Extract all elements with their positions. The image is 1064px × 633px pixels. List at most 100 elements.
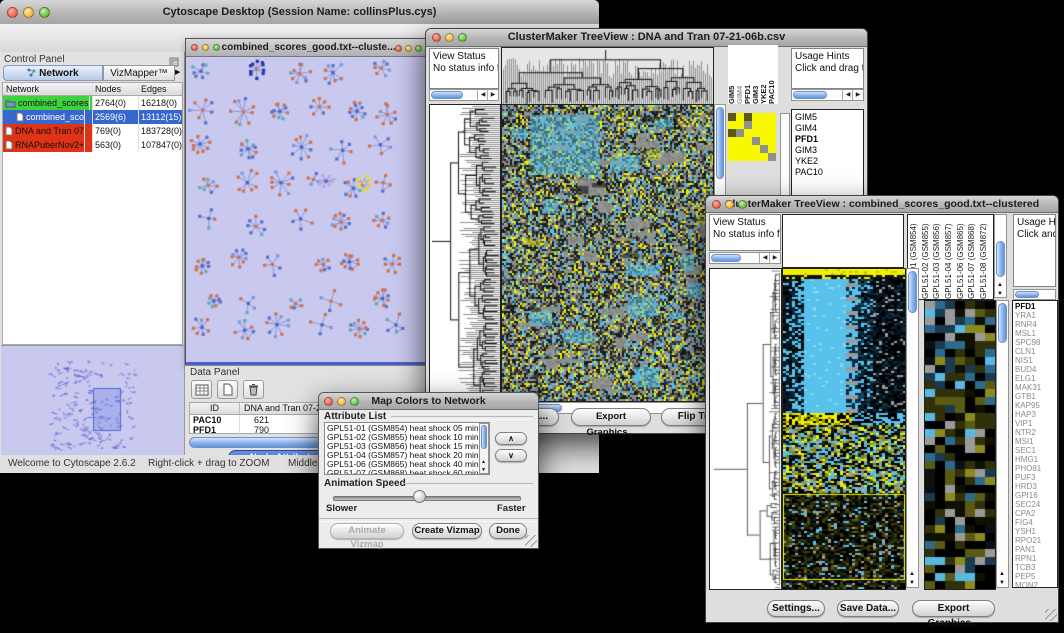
treeview1-export-graphics-button[interactable]: Export Graphics... [571,408,651,426]
network-table-row[interactable]: DNA and Tran 07 769(0) 183728(0) [3,124,182,138]
gene-label[interactable]: TCB3 [1015,563,1057,572]
zoom-matrix-cell[interactable] [768,153,776,161]
attribute-select-button[interactable] [191,380,212,399]
gene-label[interactable]: MSI1 [1015,437,1057,446]
gene-label[interactable]: SEC24 [1015,500,1057,509]
minimize-button[interactable] [202,44,209,51]
gene-label[interactable]: NTR2 [1015,428,1057,437]
gene-label[interactable]: MAK31 [1015,383,1057,392]
zoom-button[interactable] [415,45,422,52]
scroll-down-arrow[interactable]: ▼ [999,580,1005,586]
gene-label[interactable]: GIM5 [795,112,863,123]
tab-overflow-arrow[interactable]: ▶ [175,65,183,81]
gene-label[interactable]: RPO21 [1015,536,1057,545]
resize-grip[interactable] [525,535,537,547]
dialog-titlebar[interactable]: Map Colors to Network [319,393,538,410]
scroll-up-arrow[interactable]: ▲ [909,571,915,577]
zoom-matrix-cell[interactable] [728,113,736,121]
scroll-down-arrow[interactable]: ▼ [481,467,486,473]
treeview1-zoom-matrix[interactable] [728,113,776,161]
gene-label[interactable]: GTB1 [1015,392,1057,401]
network-table-row[interactable]: RNAPuberNov2+ 563(0) 107847(0) [3,138,182,152]
scroll-right-arrow[interactable]: ▶ [769,253,780,263]
scroll-down-arrow[interactable]: ▼ [909,580,915,586]
zoom-button[interactable] [738,200,747,209]
close-button[interactable] [191,44,198,51]
scroll-right-arrow[interactable]: ▶ [487,90,498,100]
zoom-matrix-cell[interactable] [736,153,744,161]
gene-label[interactable]: MSL1 [1015,329,1057,338]
network-table-row[interactable]: combined_scores 2764(0) 16218(0) [3,96,182,110]
zoom-matrix-cell[interactable] [752,137,760,145]
zoom-matrix-cell[interactable] [736,121,744,129]
zoom-matrix-cell[interactable] [744,121,752,129]
treeview2-zoom-heatmap[interactable] [924,300,996,590]
scroll-down-arrow[interactable]: ▼ [997,291,1003,297]
gene-label[interactable]: SPC98 [1015,338,1057,347]
treeview2-status-scrollbar[interactable]: ◀ ▶ [709,252,781,264]
gene-label[interactable]: GPI16 [1015,491,1057,500]
zoom-button[interactable] [350,397,359,406]
zoom-matrix-cell[interactable] [736,129,744,137]
zoom-matrix-cell[interactable] [728,121,736,129]
zoom-column-label[interactable]: PFD1 [744,45,752,104]
zoom-matrix-cell[interactable] [760,113,768,121]
tab-vizmapper[interactable]: VizMapper™ [103,65,175,81]
scroll-up-arrow[interactable]: ▲ [999,571,1005,577]
zoom-matrix-cell[interactable] [752,129,760,137]
column-label[interactable]: GPL51-03 (GSM856) [931,215,943,299]
gene-label[interactable]: NIS1 [1015,356,1057,365]
column-label[interactable]: GPL51-02 (GSM855) [920,215,932,299]
treeview1-status-scrollbar[interactable]: ◀ ▶ [429,89,499,101]
treeview1-hints-scrollbar[interactable]: ◀ ▶ [791,89,864,101]
zoom-matrix-cell[interactable] [728,145,736,153]
gene-label[interactable]: ELG1 [1015,374,1057,383]
zoom-column-label[interactable]: GIM3 [752,45,760,104]
zoom-matrix-cell[interactable] [760,129,768,137]
new-attribute-button[interactable] [217,380,238,399]
zoom-matrix-cell[interactable] [736,145,744,153]
zoom-column-label[interactable]: GIM5 [728,45,736,104]
zoom-matrix-cell[interactable] [728,153,736,161]
treeview1-row-dendrogram[interactable] [429,104,501,402]
gene-label[interactable]: KAP95 [1015,401,1057,410]
zoom-button[interactable] [213,44,220,51]
treeview1-titlebar[interactable]: ClusterMaker TreeView : DNA and Tran 07-… [426,29,867,47]
create-vizmap-button[interactable]: Create Vizmap [412,523,482,539]
minimize-button[interactable] [445,33,454,42]
main-window-controls[interactable] [7,7,50,18]
zoom-matrix-cell[interactable] [728,129,736,137]
zoom-matrix-cell[interactable] [768,129,776,137]
treeview1-global-heatmap[interactable] [501,104,714,402]
zoom-matrix-cell[interactable] [736,113,744,121]
minimize-button[interactable] [23,7,34,18]
zoom-button[interactable] [39,7,50,18]
treeview2-titlebar[interactable]: ClusterMaker TreeView : combined_scores_… [706,196,1058,213]
zoom-matrix-cell[interactable] [728,137,736,145]
column-label[interactable]: GPL51-04 (GSM857) [943,215,955,299]
close-button[interactable] [324,397,333,406]
attribute-item[interactable]: GPL51-07 (GSM868) heat shock 60 min [327,469,489,475]
animate-vizmap-button[interactable]: Animate Vizmap [330,523,404,539]
treeview2-row-dendrogram[interactable] [709,268,782,590]
zoom-matrix-cell[interactable] [760,145,768,153]
resize-grip[interactable] [1045,609,1057,621]
zoom-column-label[interactable]: PAC10 [768,45,776,104]
close-button[interactable] [7,7,18,18]
zoom-matrix-cell[interactable] [744,113,752,121]
gene-label[interactable]: RPN1 [1015,554,1057,563]
gene-label[interactable]: RNR4 [1015,320,1057,329]
treeview2-hints-scrollbar[interactable] [1013,289,1056,300]
gene-label[interactable]: YRA1 [1015,311,1057,320]
zoom-matrix-cell[interactable] [768,113,776,121]
zoom-matrix-cell[interactable] [752,153,760,161]
gene-label[interactable]: PUF3 [1015,473,1057,482]
zoom-button[interactable] [458,33,467,42]
attribute-list-scrollbar[interactable]: ▲ ▼ [479,423,489,474]
column-label[interactable]: GPL51-06 (GSM865) [955,215,967,299]
network-table-header[interactable]: Network Nodes Edges [3,83,182,96]
gene-label[interactable]: HMG1 [1015,455,1057,464]
gene-label[interactable]: VIP1 [1015,419,1057,428]
zoom-matrix-cell[interactable] [744,129,752,137]
treeview2-column-dendrogram[interactable] [782,214,904,268]
